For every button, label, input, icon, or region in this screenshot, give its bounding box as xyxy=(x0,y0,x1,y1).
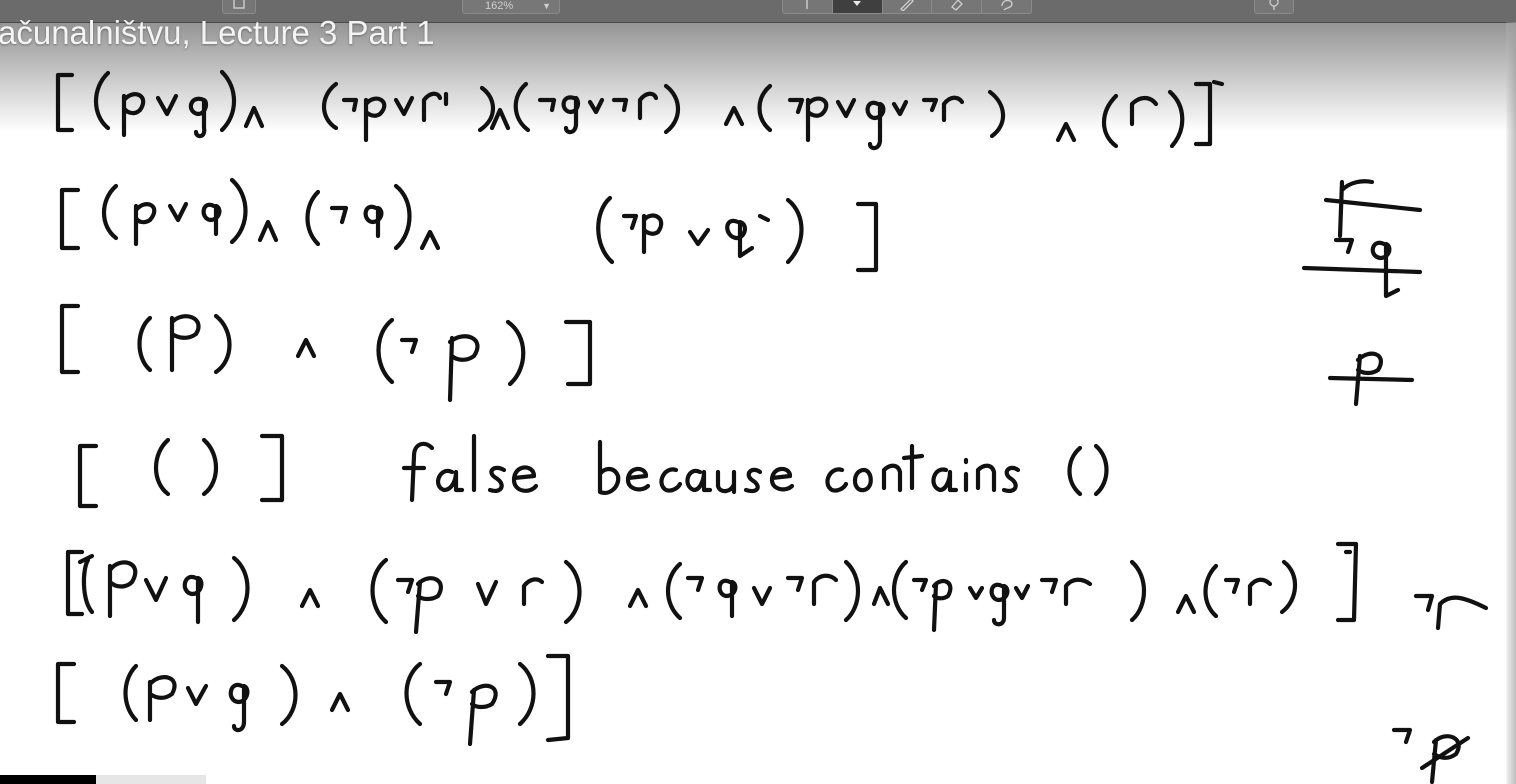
handwritten-line-3 xyxy=(59,303,593,403)
video-title: ačunalništvu, Lecture 3 Part 1 xyxy=(0,14,435,51)
handwritten-line-4 xyxy=(77,433,1109,509)
handwritten-line-1 xyxy=(55,69,1225,151)
handwritten-line-5 xyxy=(65,541,1359,635)
handwritten-line-2 xyxy=(59,177,879,273)
margin-notes xyxy=(1301,179,1489,784)
handwritten-line-6 xyxy=(55,653,571,747)
video-frame: 162% ▼ ačunalništvu, Lecture 3 Part 1 xyxy=(0,0,1516,784)
progress-bar-played[interactable] xyxy=(0,775,96,784)
whiteboard-canvas xyxy=(55,69,1489,784)
progress-bar-buffered[interactable] xyxy=(96,775,206,784)
